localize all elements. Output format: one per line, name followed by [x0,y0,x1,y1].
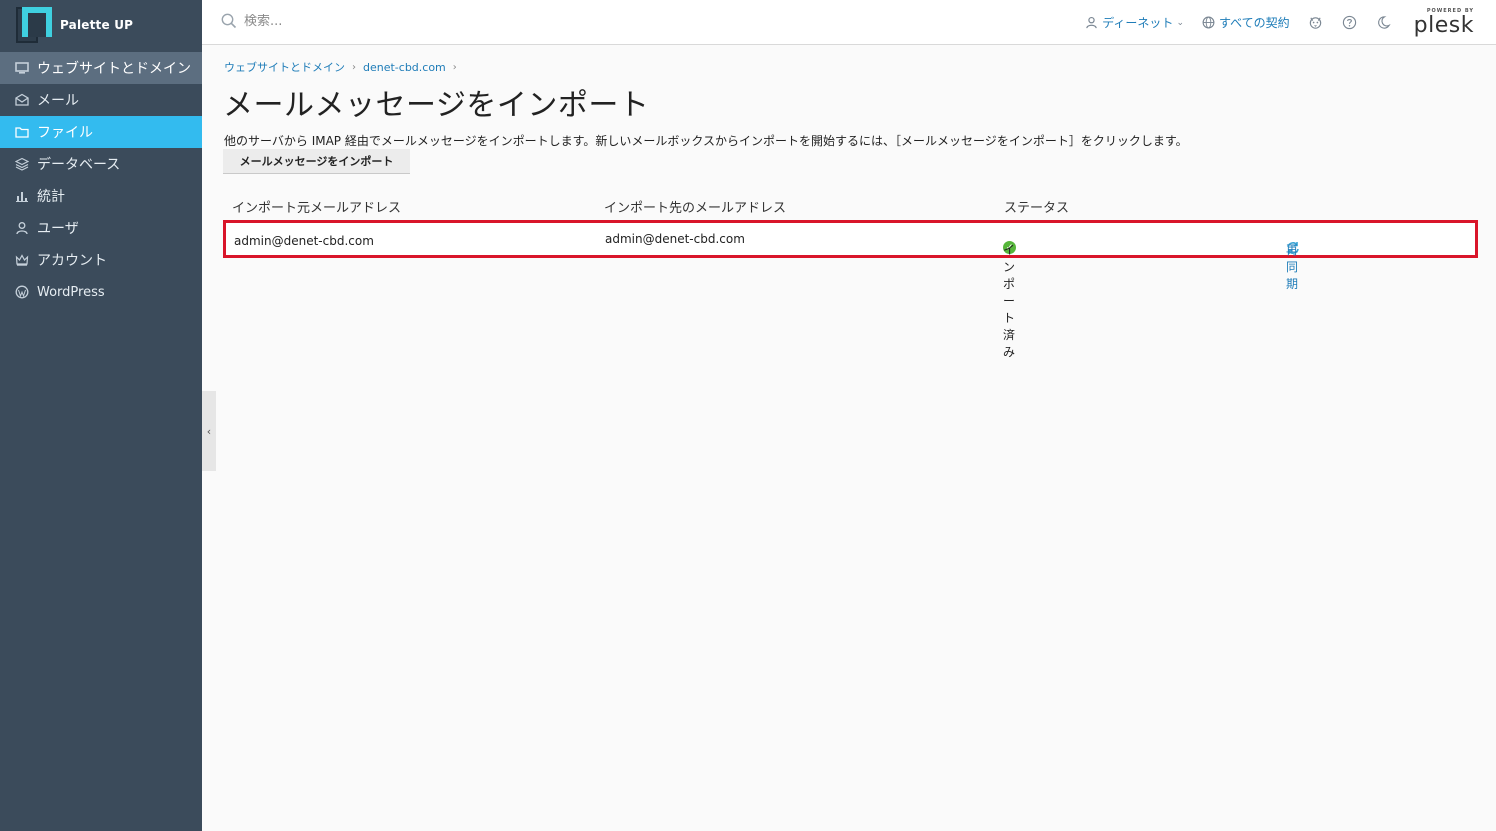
sidebar: Palette UP ウェブサイトとドメイン メール ファイル データベース 統… [0,0,202,831]
mail-icon [14,92,30,108]
resync-label: 再同期 [1286,243,1299,291]
sidebar-item-label: データベース [37,157,121,173]
sidebar-item-label: ユーザ [37,221,79,237]
page-description: 他のサーバから IMAP 経由でメールメッセージをインポートします。新しいメール… [224,134,1188,148]
search-box[interactable] [220,12,544,30]
monitor-icon [14,60,30,76]
sidebar-item-account[interactable]: アカウント [0,244,202,276]
sidebar-item-wordpress[interactable]: WordPress [0,276,202,308]
target-address: admin@denet-cbd.com [605,232,745,246]
wordpress-icon [14,284,30,300]
sidebar-item-label: メール [37,93,79,109]
column-header-source[interactable]: インポート元メールアドレス [232,197,401,216]
sidebar-item-databases[interactable]: データベース [0,148,202,180]
chevron-right-icon: › [452,61,457,73]
folder-icon [14,124,30,140]
search-icon [220,12,238,30]
status-text: インポート済み [1003,243,1016,359]
table-row: admin@denet-cbd.com admin@denet-cbd.com … [223,220,1478,359]
brand[interactable]: Palette UP [0,0,202,50]
breadcrumb: ウェブサイトとドメイン › denet-cbd.com › [224,59,464,75]
palette-up-logo [16,7,52,43]
sidebar-item-label: 統計 [37,189,65,205]
import-table: インポート元メールアドレス インポート先のメールアドレス ステータス admin… [223,193,1478,359]
source-address: admin@denet-cbd.com [234,234,374,248]
import-mail-messages-button[interactable]: メールメッセージをインポート [223,149,410,174]
layers-icon [14,156,30,172]
user-menu[interactable]: ディーネット ⌄ [1085,14,1184,31]
page-title: メールメッセージをインポート [223,88,650,123]
plesk-wordmark: plesk [1413,12,1474,38]
chevron-down-icon: ⌄ [1176,17,1184,28]
sidebar-nav: ウェブサイトとドメイン メール ファイル データベース 統計 ユーザ アカウント… [0,52,202,308]
brand-name: Palette UP [60,18,134,32]
powered-by-plesk-logo: POWERED BY plesk [1413,8,1474,38]
bar-chart-icon [14,188,30,204]
column-header-status[interactable]: ステータス [1004,197,1069,216]
moon-icon[interactable] [1376,15,1392,31]
sidebar-item-label: WordPress [37,284,105,300]
sidebar-item-statistics[interactable]: 統計 [0,180,202,212]
user-icon [1085,16,1098,29]
all-subscriptions-label: すべての契約 [1218,16,1290,30]
sidebar-item-label: アカウント [37,253,107,269]
sidebar-item-users[interactable]: ユーザ [0,212,202,244]
puppy-icon[interactable] [1308,15,1324,31]
sidebar-item-label: ファイル [37,125,93,141]
main-content: ウェブサイトとドメイン › denet-cbd.com › メールメッセージをイ… [202,45,1496,831]
breadcrumb-domain[interactable]: denet-cbd.com [363,61,446,74]
all-subscriptions-link[interactable]: すべての契約 [1202,14,1290,31]
user-menu-label: ディーネット [1102,16,1174,30]
help-icon[interactable] [1342,15,1358,31]
globe-icon [1202,16,1215,29]
search-input[interactable] [244,13,544,29]
sidebar-item-websites-domains[interactable]: ウェブサイトとドメイン [0,52,202,84]
sidebar-item-label: ウェブサイトとドメイン [37,61,191,77]
breadcrumb-websites-domains[interactable]: ウェブサイトとドメイン [224,59,345,75]
sidebar-item-mail[interactable]: メール [0,84,202,116]
chevron-right-icon: › [352,61,356,73]
user-icon [14,220,30,236]
header-actions: ディーネット ⌄ すべての契約 POWERED BY plesk [1085,0,1474,45]
top-bar: ディーネット ⌄ すべての契約 POWERED BY plesk [202,0,1496,45]
sidebar-item-files[interactable]: ファイル [0,116,202,148]
column-header-target[interactable]: インポート先のメールアドレス [604,197,786,216]
table-header: インポート元メールアドレス インポート先のメールアドレス ステータス [223,193,1478,217]
crown-icon [14,252,30,268]
